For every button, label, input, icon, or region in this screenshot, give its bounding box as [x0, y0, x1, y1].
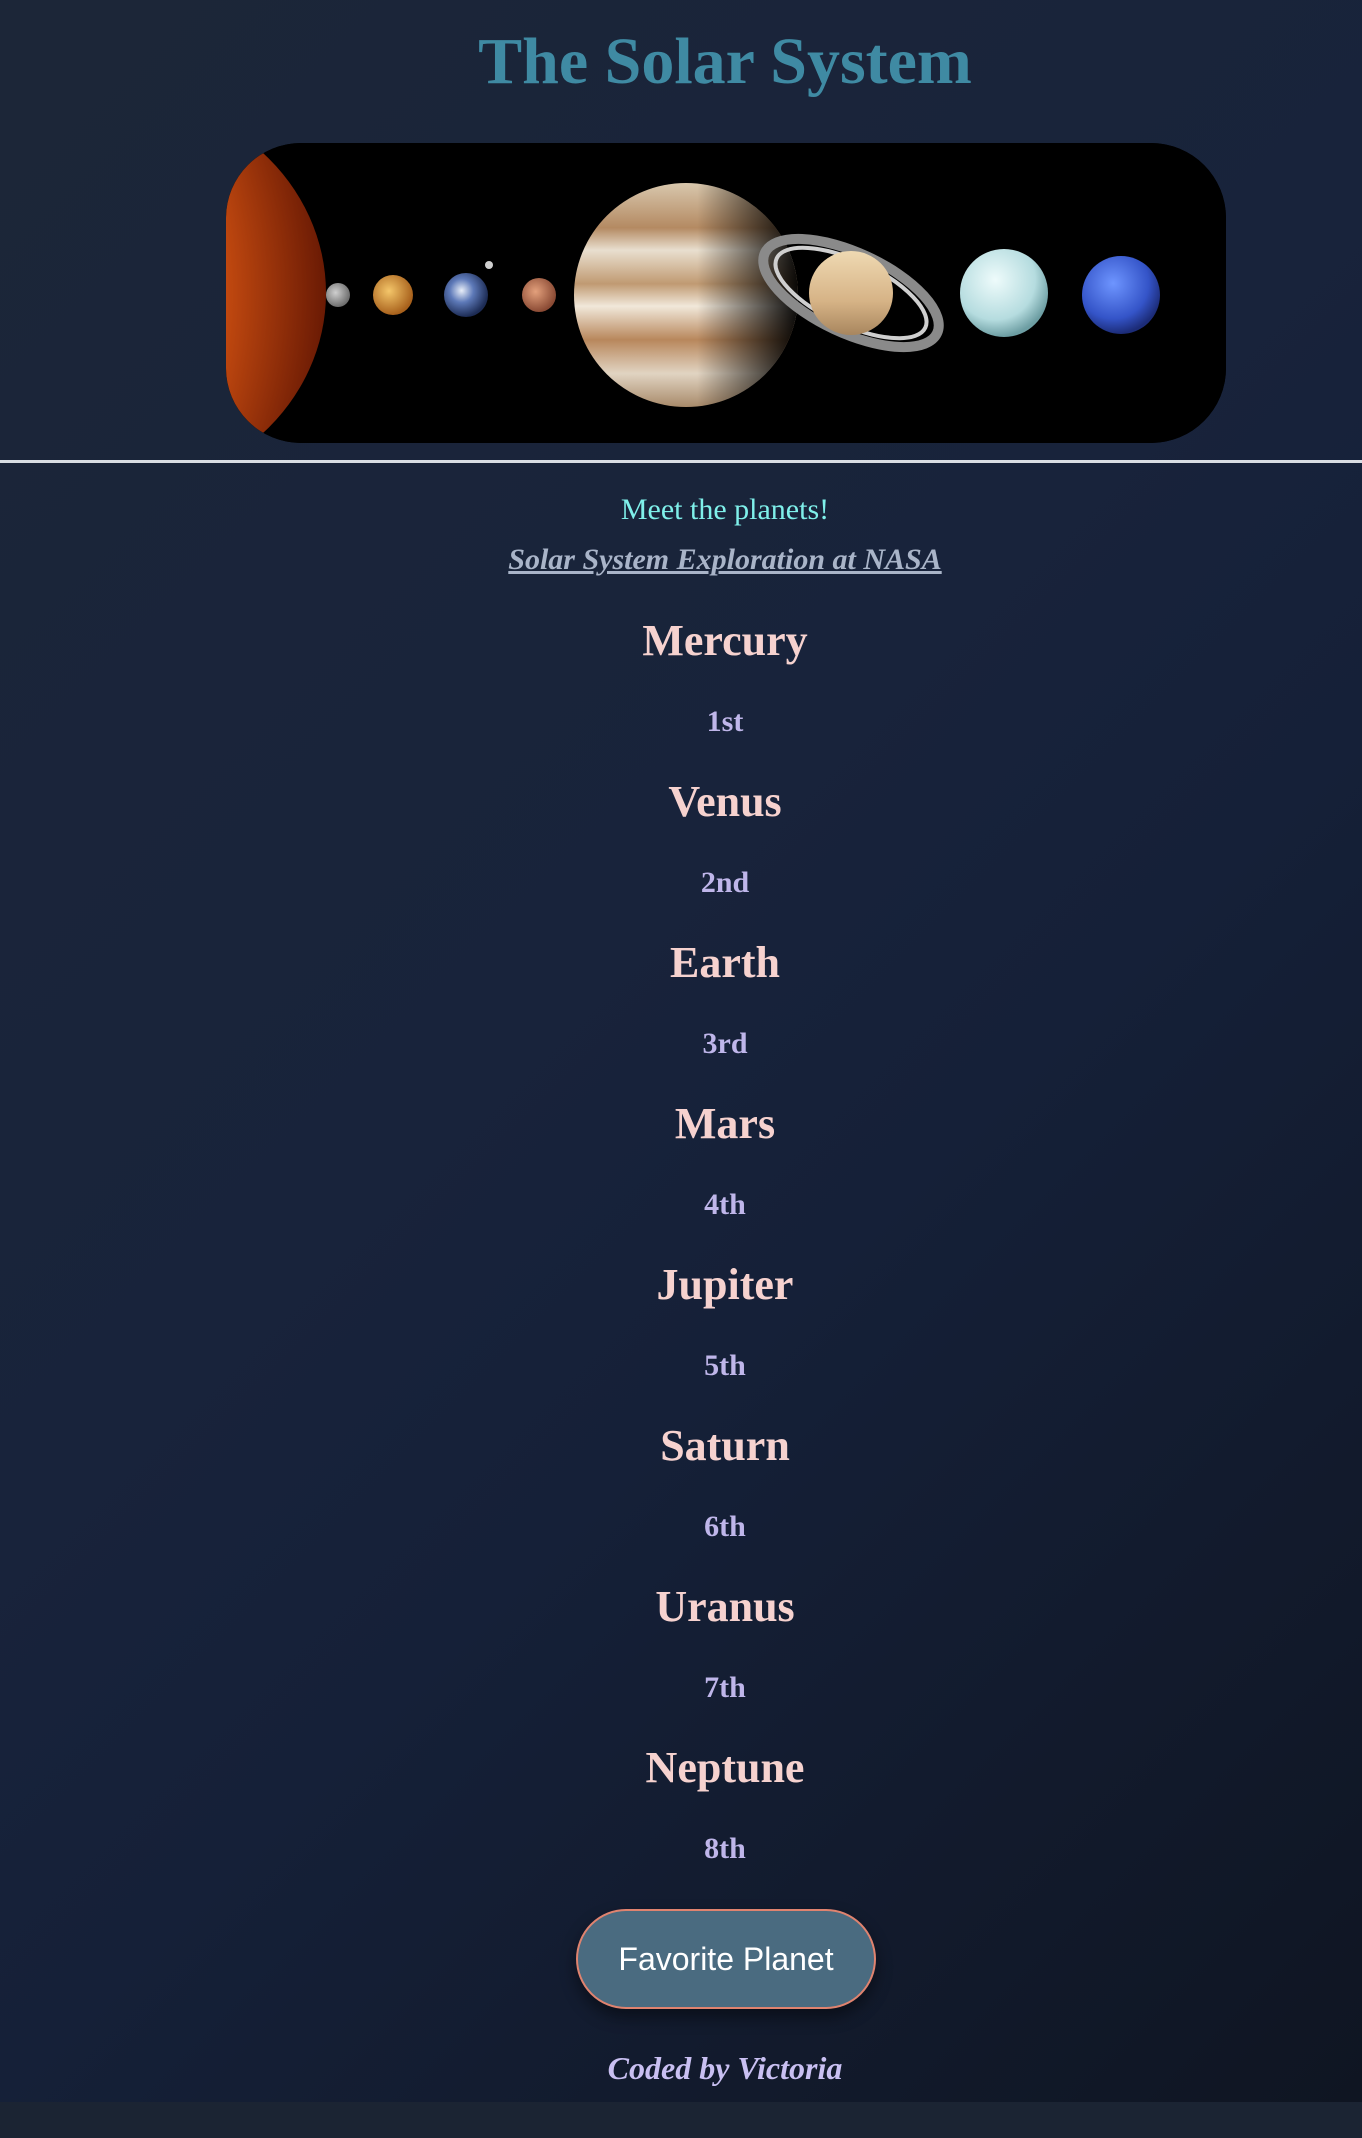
planet-order-uranus: 7th: [704, 1671, 746, 1704]
intro-text: Meet the planets!: [620, 493, 830, 526]
nasa-link[interactable]: Solar System Exploration at NASA: [508, 543, 941, 576]
planet-name-mars: Mars: [674, 1099, 776, 1148]
solar-system-banner-image: [226, 143, 1226, 443]
nasa-link-container: Solar System Exploration at NASA: [0, 540, 1362, 580]
planet-name-earth: Earth: [670, 938, 780, 987]
planet-order-mercury: 1st: [706, 705, 744, 738]
divider: [0, 460, 1362, 463]
page: The Solar System Meet the planets! Solar…: [0, 0, 1362, 2102]
planet-name-neptune: Neptune: [645, 1743, 805, 1792]
planet-order-venus: 2nd: [700, 866, 750, 899]
planet-name-uranus: Uranus: [655, 1582, 795, 1631]
planet-order-earth: 3rd: [702, 1027, 748, 1060]
page-bottom-strip: [0, 2102, 1362, 2138]
favorite-planet-button[interactable]: Favorite Planet: [576, 1909, 876, 2009]
planet-name-mercury: Mercury: [642, 616, 808, 665]
planet-order-jupiter: 5th: [704, 1349, 746, 1382]
footer-credit: Coded by Victoria: [607, 2050, 843, 2086]
page-title: The Solar System: [478, 25, 972, 98]
planet-order-neptune: 8th: [704, 1832, 746, 1865]
planet-name-venus: Venus: [668, 777, 782, 826]
planet-name-jupiter: Jupiter: [656, 1260, 794, 1309]
planet-order-mars: 4th: [704, 1188, 746, 1221]
planet-order-saturn: 6th: [704, 1510, 746, 1543]
planet-name-saturn: Saturn: [660, 1421, 790, 1470]
